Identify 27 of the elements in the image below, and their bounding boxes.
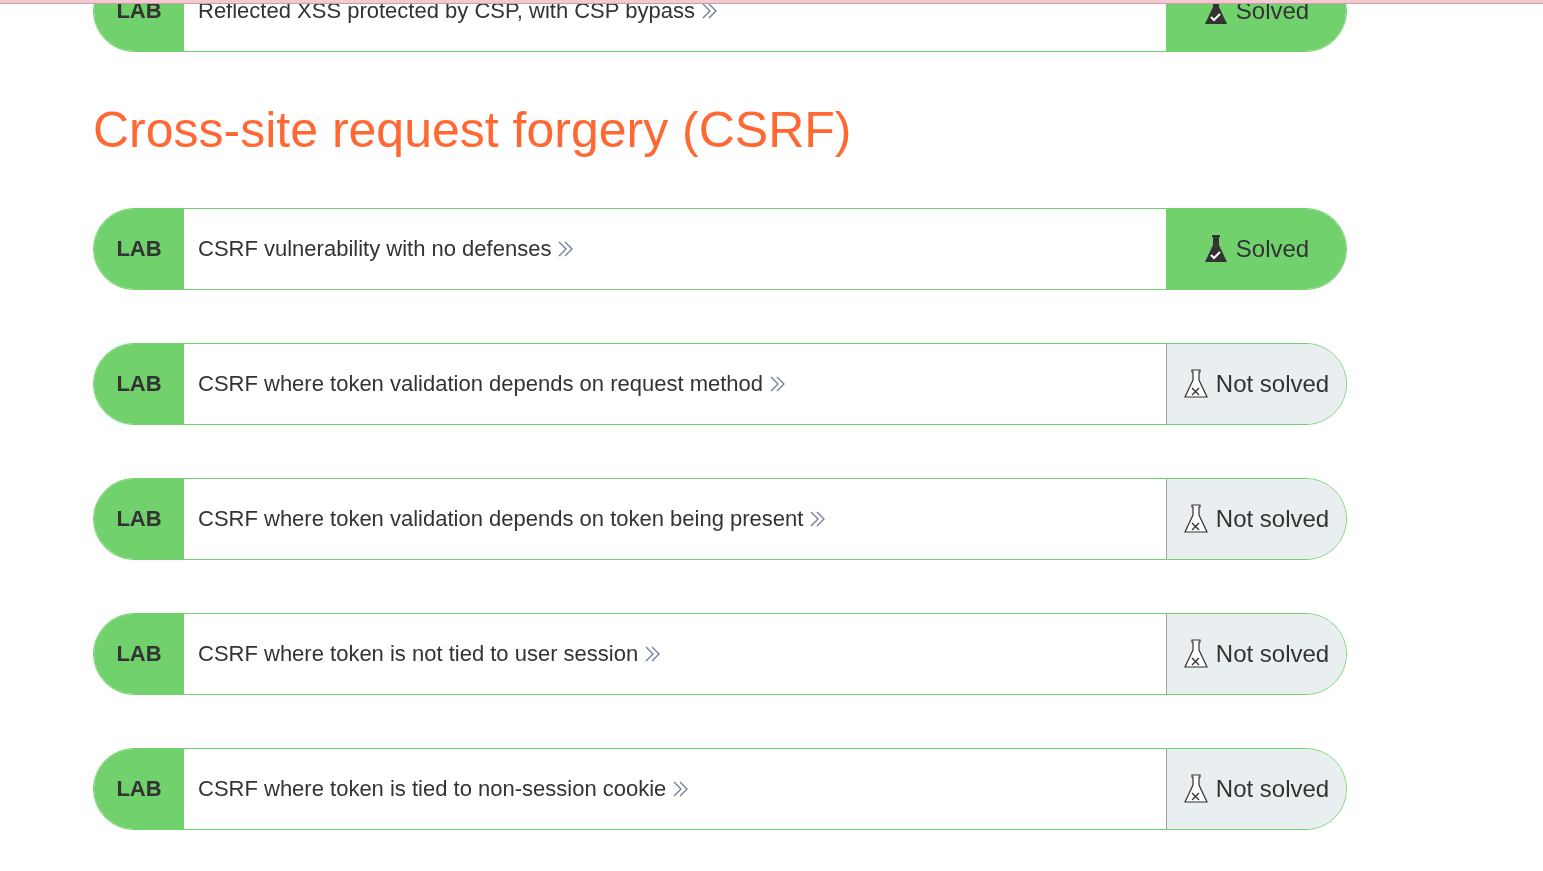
flask-cross-icon (1183, 504, 1208, 534)
lab-link[interactable]: CSRF where token validation depends on request method (198, 371, 786, 397)
status-badge: Not solved (1166, 614, 1346, 694)
lab-label: LAB (94, 344, 184, 424)
chevron-icon (700, 3, 718, 19)
status-badge: Not solved (1166, 344, 1346, 424)
flask-cross-icon (1183, 369, 1208, 399)
status-badge: Solved (1166, 209, 1346, 289)
lab-link[interactable]: CSRF where token is not tied to user session (198, 641, 662, 667)
lab-link[interactable]: CSRF where token is tied to non-session cookie (198, 776, 690, 802)
flask-cross-icon (1183, 639, 1208, 669)
section-heading: Cross-site request forgery (CSRF) (93, 101, 853, 160)
lab-link[interactable]: CSRF vulnerability with no defenses (198, 236, 575, 262)
chevron-icon (769, 376, 786, 392)
lab-label: LAB (94, 614, 184, 694)
flask-check-icon (1203, 234, 1228, 264)
status-badge: Not solved (1166, 749, 1346, 829)
lab-label: LAB (94, 479, 184, 559)
lab-link[interactable]: CSRF where token validation depends on token being present (198, 506, 827, 532)
chevron-icon (644, 646, 662, 662)
flask-cross-icon (1183, 774, 1208, 804)
lab-label: LAB (94, 749, 184, 829)
chevron-icon (809, 511, 827, 527)
lab-label: LAB (94, 209, 184, 289)
chevron-icon (672, 781, 690, 797)
chevron-icon (557, 241, 575, 257)
status-badge: Not solved (1166, 479, 1346, 559)
